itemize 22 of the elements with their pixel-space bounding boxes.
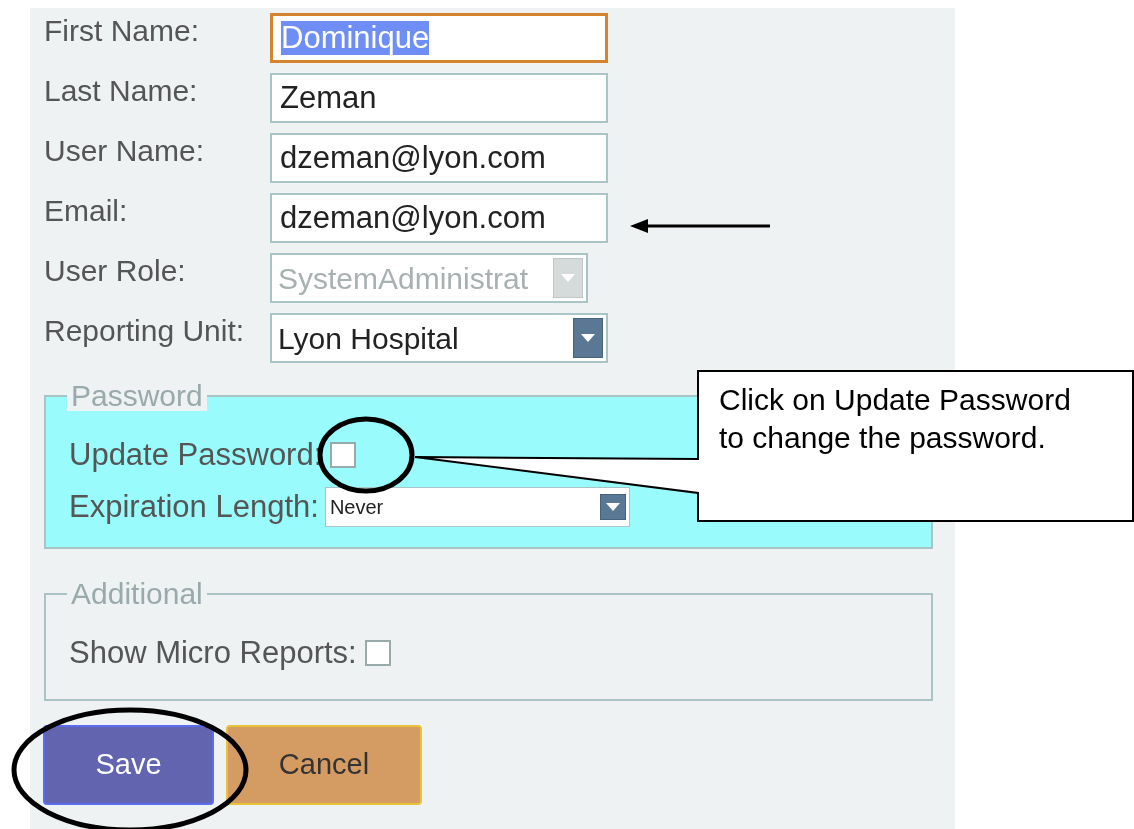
dropdown-field[interactable]: Never — [324, 487, 630, 527]
text-field[interactable]: Zeman — [270, 73, 608, 123]
text-field[interactable]: dzeman@lyon.com — [270, 193, 608, 243]
field-label: Expiration Length: — [69, 489, 319, 525]
dropdown-field[interactable]: Lyon Hospital — [270, 313, 608, 363]
dropdown-caret-icon[interactable] — [599, 494, 626, 520]
field-label: First Name: — [44, 13, 200, 49]
field-label: Last Name: — [44, 73, 199, 109]
group-legend: Password — [67, 381, 207, 411]
text-field[interactable]: dzeman@lyon.com — [270, 133, 608, 183]
field-label: User Name: — [44, 133, 206, 169]
field-label: Show Micro Reports: — [69, 635, 357, 671]
field-label: Email: — [44, 193, 129, 229]
dropdown-field: SystemAdministrat — [270, 253, 588, 303]
field-label: Reporting Unit: — [44, 313, 246, 349]
save-button[interactable]: Save — [43, 725, 214, 805]
cancel-button[interactable]: Cancel — [226, 725, 422, 805]
field-label: User Role: — [44, 253, 187, 289]
checkbox[interactable] — [364, 640, 391, 666]
checkbox[interactable] — [330, 442, 357, 468]
dropdown-caret-icon[interactable] — [573, 318, 603, 358]
callout-text: Click on Update Password to change the password. — [719, 382, 1072, 456]
